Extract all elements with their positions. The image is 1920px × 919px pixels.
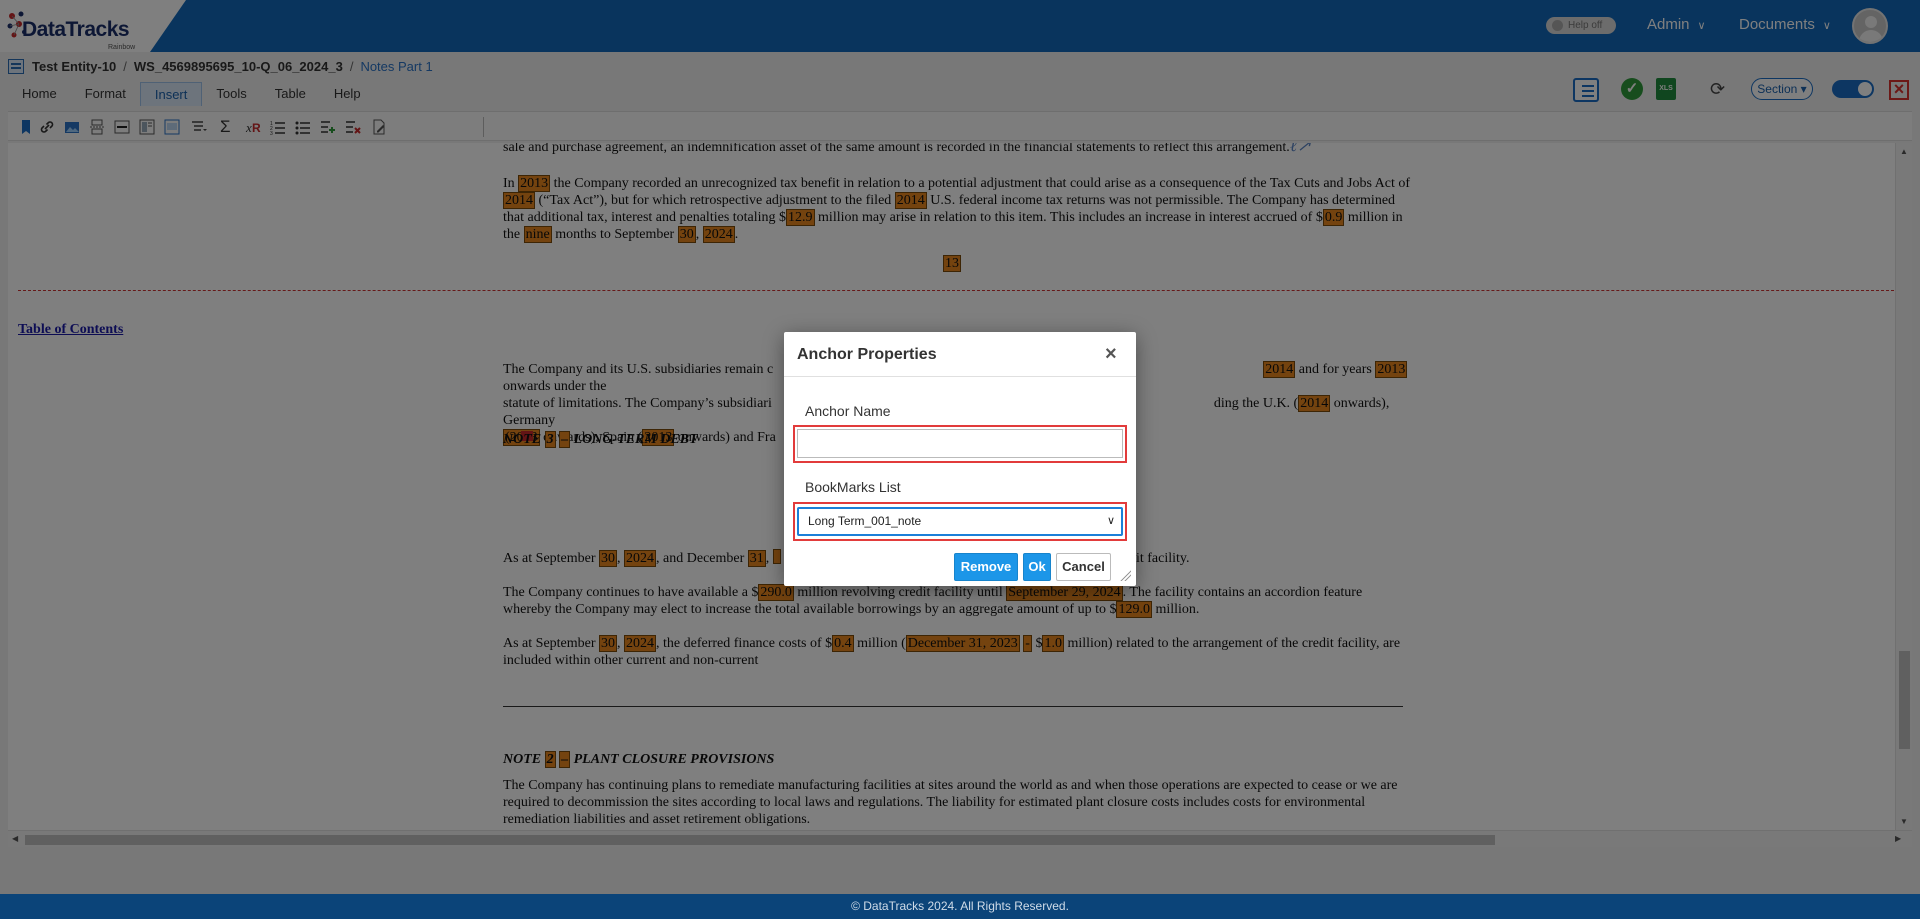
bookmarks-list-label: BookMarks List bbox=[805, 479, 901, 495]
bookmarks-selected-value: Long Term_001_note bbox=[808, 514, 922, 528]
chevron-down-icon: ∨ bbox=[1106, 515, 1115, 527]
anchor-name-input[interactable] bbox=[797, 429, 1123, 458]
remove-button[interactable]: Remove bbox=[954, 553, 1018, 581]
bookmarks-list-select[interactable]: Long Term_001_note ∨ bbox=[797, 507, 1123, 536]
resize-handle-icon[interactable] bbox=[1119, 569, 1131, 581]
cancel-button[interactable]: Cancel bbox=[1056, 553, 1111, 581]
dialog-title: Anchor Properties bbox=[797, 346, 937, 363]
close-icon[interactable]: × bbox=[1105, 343, 1117, 366]
copyright-text: © DataTracks 2024. All Rights Reserved. bbox=[851, 899, 1069, 913]
anchor-name-label: Anchor Name bbox=[805, 403, 891, 419]
ok-button[interactable]: Ok bbox=[1023, 553, 1051, 581]
anchor-properties-dialog: Anchor Properties × Anchor Name BookMark… bbox=[784, 332, 1136, 586]
dialog-header: Anchor Properties × bbox=[784, 332, 1136, 377]
